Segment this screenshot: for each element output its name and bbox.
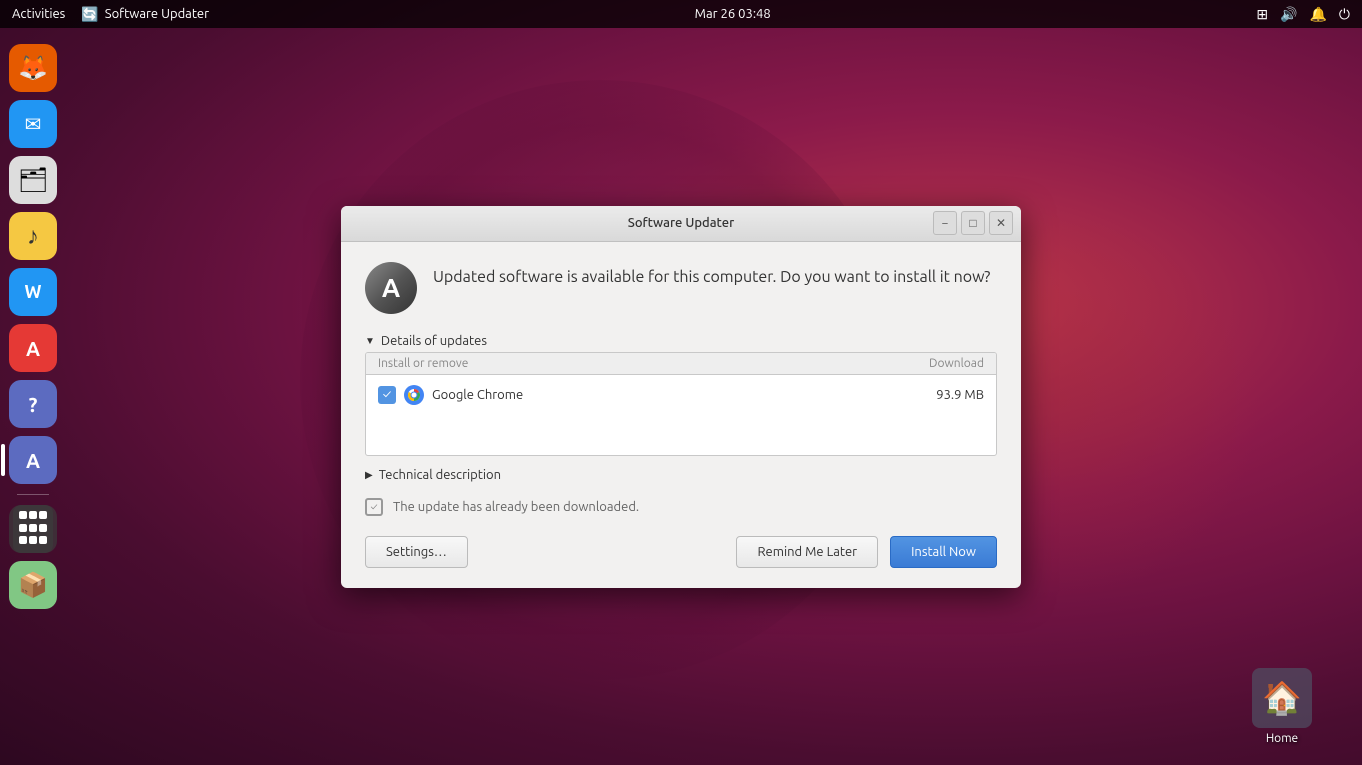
app-name: Google Chrome <box>432 388 936 402</box>
chrome-icon <box>404 385 424 405</box>
desktop: Activities 🔄 Software Updater Mar 26 03:… <box>0 0 1362 765</box>
details-arrow-icon: ▼ <box>365 335 375 347</box>
updater-icon-letter: A <box>382 273 400 302</box>
chrome-svg-icon <box>404 385 424 405</box>
downloaded-text: The update has already been downloaded. <box>393 500 639 514</box>
tech-desc-label: Technical description <box>379 468 501 482</box>
dialog-controls: − □ ✕ <box>933 211 1013 235</box>
topbar: Activities 🔄 Software Updater Mar 26 03:… <box>0 0 1362 28</box>
settings-button[interactable]: Settings… <box>365 536 468 568</box>
downloaded-check-icon: ✓ <box>365 498 383 516</box>
header-download: Download <box>929 357 984 370</box>
software-updater-dialog: Software Updater − □ ✕ A Updated softwar… <box>341 206 1021 588</box>
technical-description-toggle[interactable]: ▶ Technical description <box>365 468 997 482</box>
chrome-checkbox[interactable] <box>378 386 396 404</box>
volume-icon[interactable]: 🔊 <box>1280 6 1297 23</box>
dialog-buttons: Settings… Remind Me Later Install Now <box>365 536 997 568</box>
close-button[interactable]: ✕ <box>989 211 1013 235</box>
details-toggle-label: Details of updates <box>381 334 487 348</box>
right-button-group: Remind Me Later Install Now <box>736 536 997 568</box>
remind-later-button[interactable]: Remind Me Later <box>736 536 878 568</box>
dialog-title: Software Updater <box>628 216 734 230</box>
power-icon[interactable]: ⏻ <box>1339 6 1350 23</box>
dialog-overlay: Software Updater − □ ✕ A Updated softwar… <box>0 28 1362 765</box>
dialog-header: A Updated software is available for this… <box>365 262 997 314</box>
details-table: Install or remove Download <box>365 352 997 456</box>
table-row: Google Chrome 93.9 MB <box>366 379 996 411</box>
details-table-body: Google Chrome 93.9 MB <box>366 375 996 455</box>
topbar-app-icon: 🔄 <box>81 6 98 23</box>
minimize-button[interactable]: − <box>933 211 957 235</box>
dialog-titlebar: Software Updater − □ ✕ <box>341 206 1021 242</box>
details-table-header: Install or remove Download <box>366 353 996 375</box>
app-size: 93.9 MB <box>936 388 984 402</box>
downloaded-notice: ✓ The update has already been downloaded… <box>365 498 997 516</box>
details-section: ▼ Details of updates Install or remove D… <box>365 334 997 456</box>
dialog-content: A Updated software is available for this… <box>341 242 1021 588</box>
header-install: Install or remove <box>378 357 929 370</box>
dialog-message: Updated software is available for this c… <box>433 262 990 288</box>
bell-icon[interactable]: 🔔 <box>1309 6 1326 23</box>
install-now-button[interactable]: Install Now <box>890 536 997 568</box>
updater-app-icon: A <box>365 262 417 314</box>
topbar-appname: 🔄 Software Updater <box>81 6 209 23</box>
maximize-button[interactable]: □ <box>961 211 985 235</box>
network-icon[interactable]: ⊞ <box>1256 6 1268 23</box>
details-toggle[interactable]: ▼ Details of updates <box>365 334 997 348</box>
topbar-app-label: Software Updater <box>105 7 209 21</box>
activities-button[interactable]: Activities <box>12 7 65 21</box>
tech-arrow-icon: ▶ <box>365 469 373 481</box>
topbar-datetime: Mar 26 03:48 <box>695 7 771 21</box>
